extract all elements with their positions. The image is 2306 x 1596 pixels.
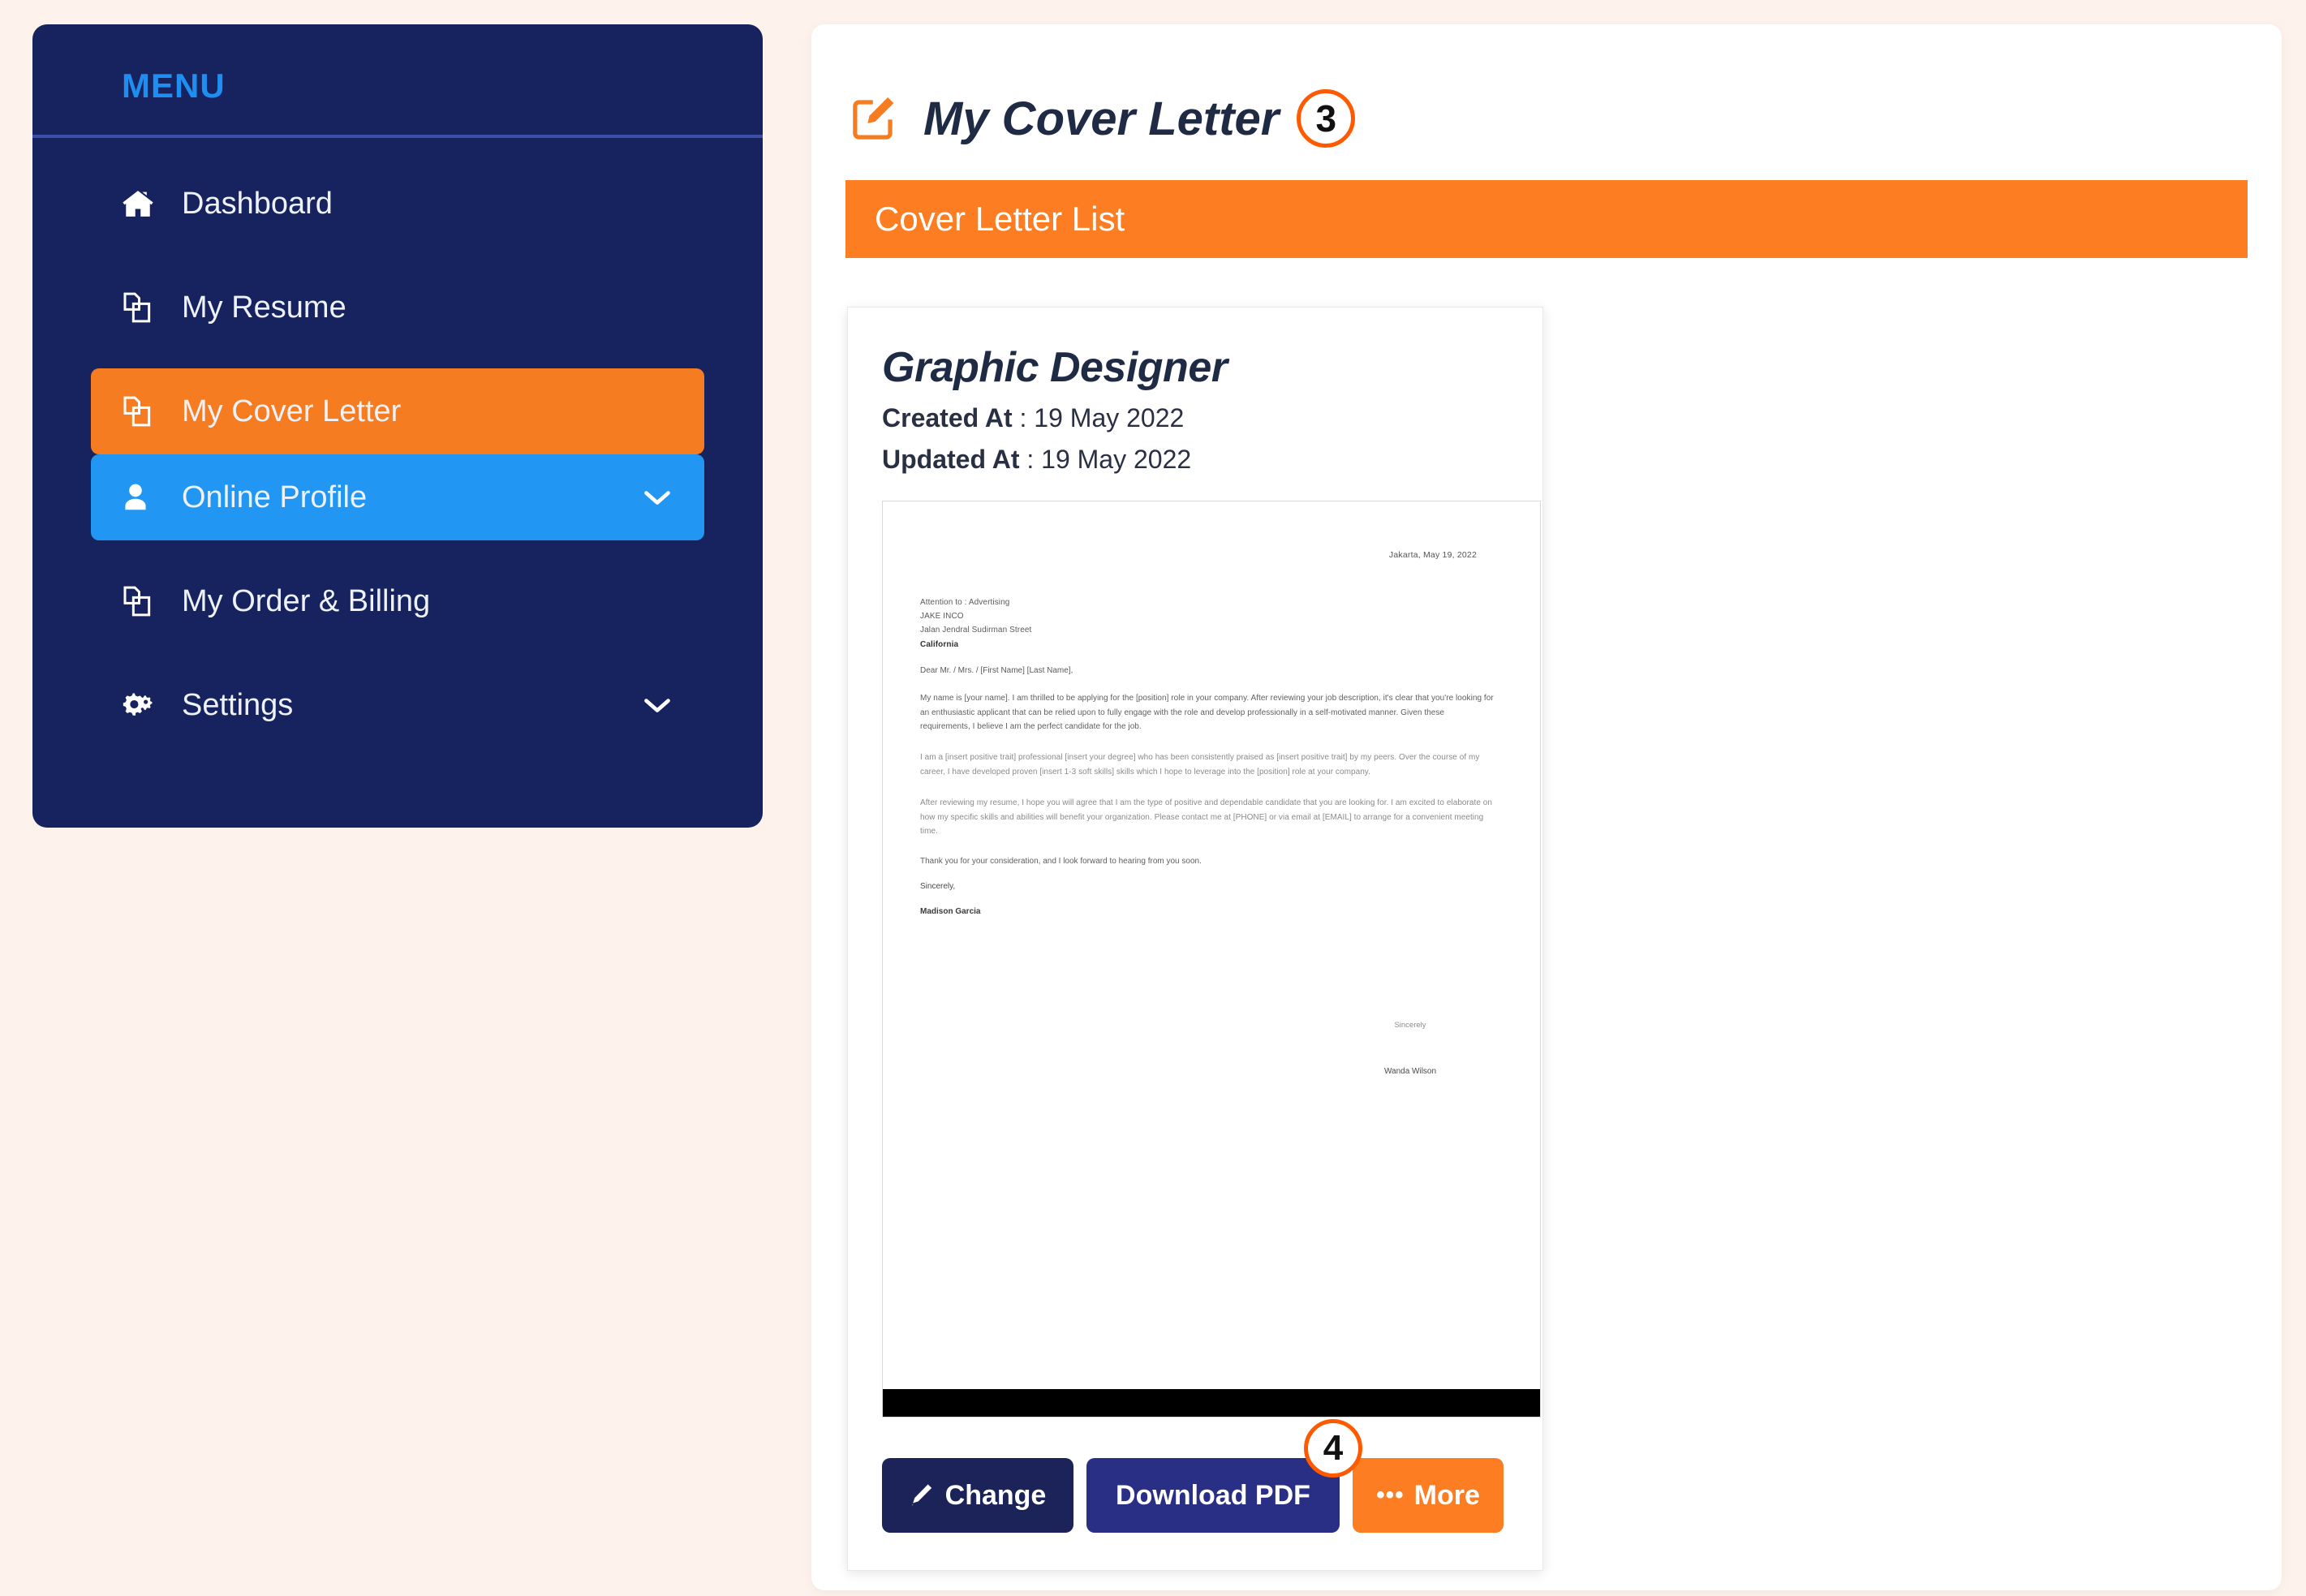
sidebar-item-label: My Order & Billing (182, 583, 431, 618)
sidebar-item-label: Dashboard (182, 186, 333, 221)
pencil-icon (910, 1483, 934, 1508)
download-pdf-button-label: Download PDF (1116, 1479, 1310, 1511)
preview-recipient-line: Attention to : Advertising (920, 598, 1010, 607)
preview-recipient-line: California (920, 639, 959, 649)
more-button-label: More (1413, 1479, 1480, 1511)
sidebar-item-label: Settings (182, 687, 294, 722)
preview-paragraph: My name is [your name]. I am thrilled to… (920, 693, 1494, 732)
ellipsis-icon: ••• (1376, 1482, 1405, 1508)
step-badge-actions: 4 (1304, 1419, 1362, 1478)
copy-files-icon (122, 585, 166, 617)
sidebar-item-label: My Resume (182, 290, 346, 325)
cover-letter-card[interactable]: Graphic Designer Created At : 19 May 202… (847, 307, 1543, 1571)
sidebar-divider (32, 135, 763, 138)
download-pdf-button[interactable]: Download PDF (1086, 1458, 1340, 1533)
sidebar-nav: Dashboard My Resume My Cover Letter Onli… (32, 161, 763, 748)
chevron-down-icon[interactable] (643, 488, 672, 506)
step-badge-title: 3 (1297, 89, 1356, 148)
page-title: My Cover Letter (923, 92, 1280, 145)
sidebar-menu-title: MENU (122, 67, 226, 105)
sidebar: MENU Dashboard My Resume My Cover Letter… (32, 24, 763, 828)
updated-at-row: Updated At : 19 May 2022 (882, 445, 1508, 475)
preview-signoff: Sincerely, (920, 882, 956, 892)
cover-letter-list-label: Cover Letter List (875, 200, 1125, 238)
preview-closing: Thank you for your consideration, and I … (920, 857, 1202, 867)
sidebar-item-label: My Cover Letter (182, 394, 402, 428)
chevron-down-icon[interactable] (643, 696, 672, 714)
created-at-value: : 19 May 2022 (1019, 403, 1185, 432)
preview-recipient-line: JAKE INCO (920, 612, 964, 622)
updated-at-label: Updated At (882, 445, 1020, 474)
sidebar-item-settings[interactable]: Settings (91, 662, 704, 748)
preview-signature-label: Sincerely (1394, 1021, 1426, 1030)
sidebar-item-online-profile[interactable]: Online Profile (91, 454, 704, 540)
updated-at-value: : 19 May 2022 (1026, 445, 1192, 474)
cover-letter-list-bar: Cover Letter List (845, 180, 2248, 258)
created-at-row: Created At : 19 May 2022 (882, 403, 1508, 433)
preview-paragraph: After reviewing my resume, I hope you wi… (920, 798, 1493, 837)
change-button[interactable]: Change (882, 1458, 1073, 1533)
preview-recipient-block: Attention to : Advertising JAKE INCO Jal… (920, 596, 1495, 652)
change-button-label: Change (944, 1479, 1047, 1511)
cover-letter-preview-thumbnail[interactable]: Jakarta, May 19, 2022 Attention to : Adv… (882, 501, 1541, 1417)
sidebar-item-my-cover-letter[interactable]: My Cover Letter (91, 368, 704, 454)
app-root: MENU Dashboard My Resume My Cover Letter… (0, 0, 2306, 1596)
copy-files-icon (122, 395, 166, 428)
sidebar-item-label: Online Profile (182, 480, 368, 514)
preview-footer-bar (883, 1389, 1540, 1417)
cogs-icon (122, 690, 166, 720)
sidebar-item-my-order-billing[interactable]: My Order & Billing (91, 558, 704, 644)
preview-signature-name: Wanda Wilson (1383, 1067, 1437, 1076)
home-icon (122, 189, 166, 218)
cover-letter-title: Graphic Designer (882, 344, 1228, 391)
preview-document: Jakarta, May 19, 2022 Attention to : Adv… (883, 501, 1540, 1417)
preview-salutation: Dear Mr. / Mrs. / [First Name] [Last Nam… (920, 665, 1073, 675)
preview-signature-block: Sincerely Wanda Wilson (1329, 1021, 1491, 1076)
edit-square-icon (845, 90, 902, 147)
preview-author-name: Madison Garcia (920, 907, 981, 917)
page-header: My Cover Letter 3 (845, 80, 2282, 157)
preview-recipient-line: Jalan Jendral Sudirman Street (920, 626, 1032, 635)
sidebar-item-dashboard[interactable]: Dashboard (91, 161, 704, 247)
sidebar-header: MENU (32, 24, 763, 135)
main-panel: My Cover Letter 3 Cover Letter List Grap… (811, 24, 2282, 1590)
copy-files-icon (122, 291, 166, 324)
cover-letter-actions: Change Download PDF ••• More 4 (882, 1419, 1508, 1533)
preview-date: Jakarta, May 19, 2022 (1388, 550, 1477, 560)
preview-paragraph: I am a [insert positive trait] professio… (920, 753, 1480, 776)
created-at-label: Created At (882, 403, 1013, 432)
user-icon (122, 482, 166, 513)
more-button[interactable]: ••• More (1353, 1458, 1504, 1533)
sidebar-item-my-resume[interactable]: My Resume (91, 265, 704, 351)
